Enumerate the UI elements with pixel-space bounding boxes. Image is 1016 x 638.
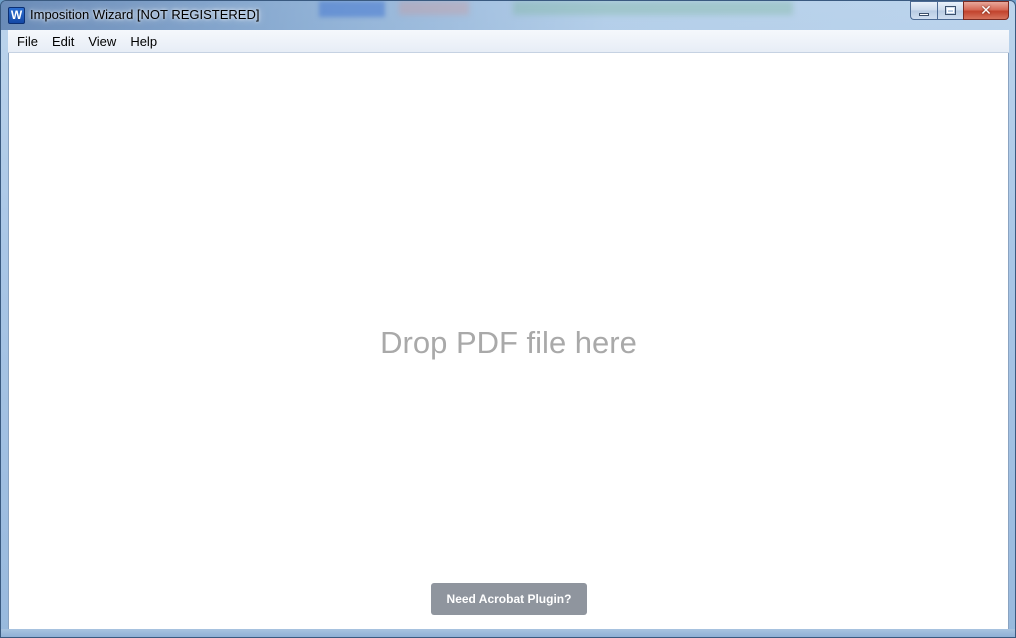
- pdf-drop-area[interactable]: Drop PDF file here Need Acrobat Plugin?: [8, 53, 1009, 631]
- background-taskbar-blur: [399, 1, 469, 15]
- menu-bar: File Edit View Help: [8, 30, 1009, 53]
- drop-pdf-hint: Drop PDF file here: [380, 325, 637, 360]
- menu-help[interactable]: Help: [123, 31, 164, 52]
- maximize-icon: [945, 6, 956, 15]
- window-bottom-border: [1, 629, 1015, 637]
- maximize-button[interactable]: [937, 1, 963, 20]
- minimize-button[interactable]: [910, 1, 937, 20]
- caption-buttons: ✕: [910, 1, 1009, 20]
- app-window: W Imposition Wizard [NOT REGISTERED] ✕ F…: [0, 0, 1016, 638]
- background-taskbar-blur: [513, 1, 793, 15]
- close-button[interactable]: ✕: [963, 1, 1009, 20]
- minimize-icon: [919, 13, 929, 16]
- need-acrobat-plugin-button[interactable]: Need Acrobat Plugin?: [431, 583, 587, 615]
- window-title: Imposition Wizard [NOT REGISTERED]: [30, 7, 260, 22]
- title-bar[interactable]: W Imposition Wizard [NOT REGISTERED] ✕: [1, 1, 1015, 30]
- close-icon: ✕: [980, 2, 992, 18]
- background-taskbar-blur: [319, 1, 385, 17]
- menu-file[interactable]: File: [8, 31, 45, 52]
- menu-view[interactable]: View: [81, 31, 123, 52]
- imposition-wizard-app-icon[interactable]: W: [8, 7, 25, 24]
- menu-edit[interactable]: Edit: [45, 31, 81, 52]
